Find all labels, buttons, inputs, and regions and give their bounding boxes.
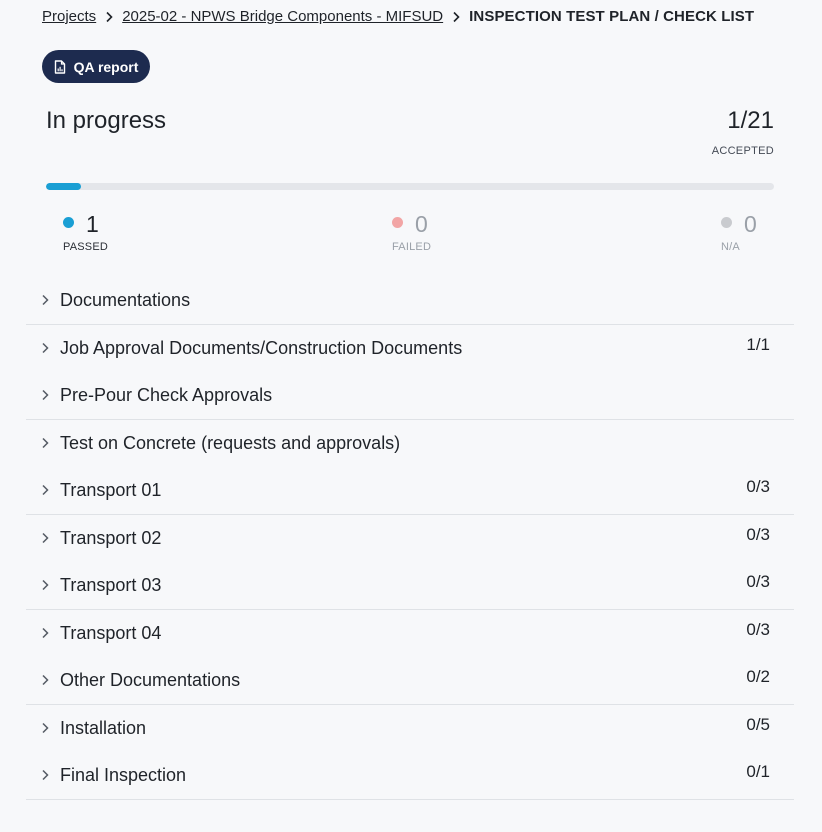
chevron-right-icon (40, 768, 50, 781)
section-row[interactable]: Pre-Pour Check Approvals (26, 372, 794, 420)
failed-dot-icon (392, 217, 403, 228)
status-title: In progress (46, 107, 167, 134)
section-list: Documentations Job Approval Documents/Co… (26, 277, 794, 800)
section-title: Transport 02 (60, 527, 162, 548)
section-title: Job Approval Documents/Construction Docu… (60, 337, 463, 358)
section-row[interactable]: Other Documentations 0/2 (26, 657, 794, 705)
qa-report-button[interactable]: QA report (42, 50, 150, 83)
breadcrumb: Projects 2025-02 - NPWS Bridge Component… (42, 8, 754, 25)
section-count: 0/3 (746, 572, 770, 591)
failed-count: 0 (415, 211, 428, 237)
section-count: 0/1 (746, 762, 770, 781)
breadcrumb-project-link[interactable]: 2025-02 - NPWS Bridge Components - MIFSU… (122, 8, 443, 25)
breadcrumb-current: INSPECTION TEST PLAN / CHECK LIST (469, 8, 755, 25)
passed-count: 1 (86, 211, 99, 237)
chevron-right-icon (102, 10, 116, 24)
chevron-right-icon (40, 626, 50, 638)
progress-fill (46, 183, 81, 190)
section-title: Transport 03 (60, 575, 162, 595)
section-title: Transport 01 (60, 480, 162, 500)
chevron-right-icon (40, 721, 50, 733)
section-count: 0/5 (746, 714, 770, 734)
chevron-right-icon (40, 388, 50, 401)
passed-stat: 1 PASSED (63, 212, 108, 253)
chevron-right-icon (40, 531, 50, 543)
section-title: Other Documentations (60, 670, 241, 690)
failed-stat: 0 FAILED (392, 212, 431, 253)
report-file-icon (54, 59, 66, 74)
section-row[interactable]: Transport 03 0/3 (26, 562, 794, 610)
section-row[interactable]: Installation 0/5 (26, 705, 794, 753)
section-row[interactable]: Test on Concrete (requests and approvals… (26, 420, 794, 468)
accepted-label: ACCEPTED (711, 145, 774, 157)
section-title: Final Inspection (60, 765, 187, 785)
section-count: 0/3 (746, 524, 770, 544)
chevron-right-icon (40, 578, 50, 591)
section-row[interactable]: Transport 04 0/3 (26, 610, 794, 658)
section-row[interactable]: Job Approval Documents/Construction Docu… (26, 325, 794, 373)
section-row[interactable]: Transport 01 0/3 (26, 467, 794, 515)
chevron-right-icon (40, 673, 50, 686)
section-count: 0/3 (746, 619, 770, 639)
na-stat: 0 N/A (721, 212, 757, 253)
chevron-right-icon (40, 341, 50, 353)
section-count: 0/2 (746, 667, 770, 686)
chevron-right-icon (449, 10, 463, 24)
na-count: 0 (744, 211, 757, 237)
section-title: Pre-Pour Check Approvals (60, 385, 273, 405)
section-row[interactable]: Transport 02 0/3 (26, 515, 794, 563)
chevron-right-icon (40, 293, 50, 306)
qa-report-label: QA report (73, 58, 139, 75)
section-row[interactable]: Documentations (26, 277, 794, 325)
na-label: N/A (721, 241, 740, 253)
section-title: Test on Concrete (requests and approvals… (60, 432, 401, 453)
page: Projects 2025-02 - NPWS Bridge Component… (0, 0, 822, 832)
section-count: 1/1 (746, 334, 770, 354)
accepted-count: 1/21 (727, 107, 774, 134)
section-title: Installation (60, 717, 147, 738)
section-row[interactable]: Final Inspection 0/1 (26, 752, 794, 800)
na-dot-icon (721, 217, 732, 228)
chevron-right-icon (40, 436, 50, 448)
passed-label: PASSED (63, 241, 109, 253)
failed-label: FAILED (392, 241, 432, 253)
breadcrumb-projects-link[interactable]: Projects (42, 8, 96, 25)
chevron-right-icon (40, 483, 50, 496)
section-title: Transport 04 (60, 622, 162, 643)
progress-bar (46, 183, 774, 190)
section-title: Documentations (60, 290, 191, 310)
passed-dot-icon (63, 217, 74, 228)
section-count: 0/3 (746, 477, 770, 496)
